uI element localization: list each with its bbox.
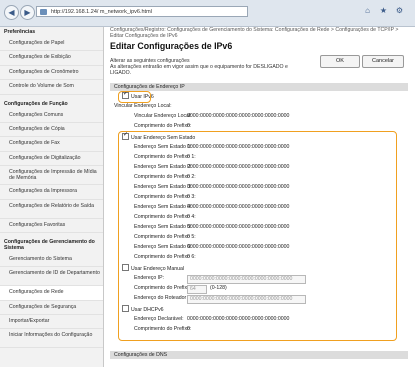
section-dns-header: Configurações de DNS: [110, 351, 408, 359]
link-local-title-row: Vincular Endereço Local:: [110, 102, 408, 111]
link-prefix-label: Comprimento do Prefixo:: [134, 123, 192, 129]
sidebar-group-title: Configurações de Gerenciamento do Sistem…: [4, 238, 95, 251]
sidebar-item-report[interactable]: Configurações de Relatório de Saída: [0, 200, 103, 219]
sidebar-group-title: Preferências: [4, 29, 36, 35]
breadcrumb: Configurações/Registro: Configurações de…: [110, 27, 399, 39]
sidebar-item-media-print[interactable]: Configurações de Impressão de Mídia de M…: [0, 166, 103, 186]
sidebar-item-favorites[interactable]: Configurações Favoritas: [0, 219, 103, 233]
sidebar-item-fax[interactable]: Configurações de Fax: [0, 137, 103, 152]
page-title: Editar Configurações de IPv6: [110, 41, 233, 51]
link-local-title: Vincular Endereço Local:: [114, 103, 172, 109]
note-text: As alterações entrarão em vigor assim qu…: [110, 64, 288, 76]
use-ipv6-row: Usar IPv6: [110, 90, 408, 101]
link-local-value: 0000:0000:0000:0000:0000:0000:0000:0000: [187, 113, 290, 119]
sidebar: Preferências Configurações de Papel Conf…: [0, 27, 104, 367]
notes: Alterar as seguintes configurações As al…: [110, 58, 310, 76]
link-local-row: Vincular Endereço Local: 0000:0000:0000:…: [110, 112, 408, 121]
sidebar-item-copy[interactable]: Configurações de Cópia: [0, 123, 103, 138]
favorites-icon[interactable]: ★: [378, 5, 389, 16]
highlight-frame: [118, 91, 151, 103]
sidebar-item-scan[interactable]: Configurações de Digitalização: [0, 152, 103, 167]
sidebar-item-init[interactable]: Iniciar Informações do Configuração: [0, 329, 103, 349]
main-content: Configurações/Registro: Configurações de…: [110, 27, 410, 367]
sidebar-item-volume[interactable]: Controle do Volume de Som: [0, 80, 103, 95]
url-text: http://192.168.1.24/ m_network_ipv6.html: [51, 9, 152, 15]
link-local-label: Vincular Endereço Local:: [134, 113, 192, 119]
cancel-button[interactable]: Cancelar: [362, 55, 404, 68]
section-ip-header: Configurações de Endereço IP: [110, 83, 408, 91]
address-bar[interactable]: http://192.168.1.24/ m_network_ipv6.html: [36, 6, 248, 17]
back-icon[interactable]: ◀: [4, 5, 19, 20]
gear-icon[interactable]: ⚙: [394, 5, 405, 16]
sidebar-group-title: Configurações de Função: [4, 100, 68, 107]
sidebar-item-department[interactable]: Gerenciamento de ID de Departamento: [0, 267, 103, 287]
sidebar-item-network[interactable]: Configurações de Rede: [0, 286, 103, 301]
sidebar-item-system[interactable]: Gerenciamento do Sistema: [0, 253, 103, 268]
link-prefix-value: 0: [187, 123, 190, 129]
sidebar-item-printer[interactable]: Configurações da Impressora: [0, 185, 103, 200]
ok-button[interactable]: OK: [320, 55, 360, 68]
browser-toolbar: ◀ ▶ http://192.168.1.24/ m_network_ipv6.…: [0, 0, 415, 27]
page-icon: [40, 9, 47, 15]
sidebar-item-import-export[interactable]: Importar/Exportar: [0, 315, 103, 330]
sidebar-item-security[interactable]: Configurações de Segurança: [0, 301, 103, 316]
home-icon[interactable]: ⌂: [362, 5, 373, 16]
sidebar-item-display[interactable]: Configurações de Exibição: [0, 51, 103, 66]
highlight-frame: [118, 131, 397, 341]
sidebar-item-timer[interactable]: Configurações de Cronômetro: [0, 66, 103, 81]
forward-icon[interactable]: ▶: [20, 5, 35, 20]
sidebar-item-paper[interactable]: Configurações de Papel: [0, 37, 103, 52]
sidebar-item-common[interactable]: Configurações Comuns: [0, 109, 103, 123]
link-prefix-row: Comprimento do Prefixo: 0: [110, 122, 408, 131]
